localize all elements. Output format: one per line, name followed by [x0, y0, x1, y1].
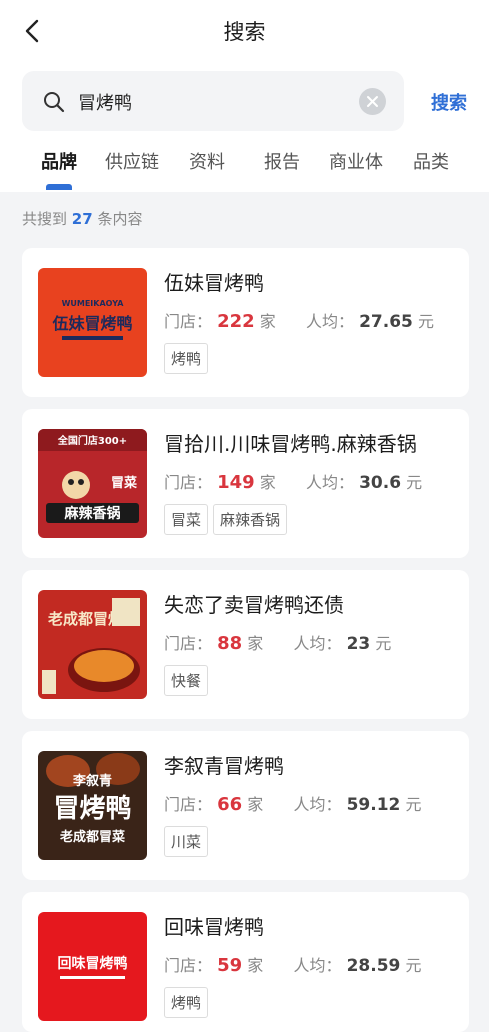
store-count: 222: [217, 311, 255, 332]
tag-list: 烤鸭: [164, 343, 213, 374]
tab-reports[interactable]: 报告: [264, 148, 300, 174]
logo-sub: 全国门店300+: [57, 434, 127, 447]
stores-unit: 家: [259, 473, 276, 492]
avg-label: 人均：: [293, 956, 342, 975]
brand-name[interactable]: 回味冒烤鸭: [164, 911, 264, 940]
store-count: 149: [217, 472, 255, 493]
tag-list: 烤鸭: [164, 987, 213, 1018]
tag-list: 冒菜 麻辣香锅: [164, 504, 292, 535]
store-count: 88: [217, 633, 243, 654]
avg-unit: 元: [406, 473, 423, 492]
brand-stats: 门店： 59 家 人均： 28.59 元: [164, 952, 421, 976]
tag[interactable]: 快餐: [164, 665, 209, 696]
close-icon: [367, 96, 378, 107]
nav-bar: 搜索: [0, 0, 489, 64]
list-item[interactable]: WUMEIKAOYA 伍妹冒烤鸭 伍妹冒烤鸭 门店： 222 家 人均： 27.…: [22, 248, 469, 397]
brand-logo: 老成都冒烤鸭: [38, 590, 147, 699]
search-input[interactable]: 冒烤鸭: [22, 71, 404, 131]
brand-stats: 门店： 66 家 人均： 59.12 元: [164, 791, 421, 815]
avg-label: 人均：: [293, 634, 342, 653]
avg-price: 28.59: [346, 956, 401, 976]
brand-logo: 李叙青 冒烤鸭 老成都冒菜: [38, 751, 147, 860]
tab-brand[interactable]: 品牌: [41, 148, 77, 174]
logo-sub2: 冒菜: [111, 475, 137, 491]
avg-unit: 元: [405, 795, 422, 814]
stores-label: 门店：: [164, 634, 213, 653]
avg-label: 人均：: [305, 312, 354, 331]
avg-label: 人均：: [305, 473, 354, 492]
store-count: 66: [217, 794, 243, 815]
brand-name[interactable]: 伍妹冒烤鸭: [164, 267, 264, 296]
category-tabs: 品牌 供应链 资料 报告 商业体 品类: [0, 148, 489, 192]
stores-label: 门店：: [164, 956, 213, 975]
list-item[interactable]: 李叙青 冒烤鸭 老成都冒菜 李叙青冒烤鸭 门店： 66 家 人均： 59.12 …: [22, 731, 469, 880]
avg-unit: 元: [405, 956, 422, 975]
logo-sub2: 老成都冒菜: [59, 829, 125, 845]
logo-text: 冒烤鸭: [53, 794, 131, 824]
tag[interactable]: 麻辣香锅: [213, 504, 288, 535]
avg-price: 59.12: [346, 795, 401, 815]
active-tab-indicator: [46, 184, 72, 190]
brand-stats: 门店： 88 家 人均： 23 元: [164, 630, 391, 654]
list-item[interactable]: 全国门店300+ 冒菜 麻辣香锅 冒拾川.川味冒烤鸭.麻辣香锅 门店： 149 …: [22, 409, 469, 558]
tab-category[interactable]: 品类: [413, 148, 449, 174]
brand-name[interactable]: 李叙青冒烤鸭: [164, 750, 284, 779]
header-area: 搜索 冒烤鸭 搜索 品牌 供应链 资料 报告 商业体 品类: [0, 0, 489, 192]
count-suffix: 条内容: [97, 210, 143, 228]
logo-text: 回味冒烤鸭: [58, 955, 128, 972]
brand-logo: 全国门店300+ 冒菜 麻辣香锅: [38, 429, 147, 538]
tag-list: 川菜: [164, 826, 213, 857]
store-count: 59: [217, 955, 243, 976]
tag[interactable]: 烤鸭: [164, 987, 209, 1018]
tag[interactable]: 川菜: [164, 826, 209, 857]
stores-unit: 家: [247, 956, 264, 975]
search-button[interactable]: 搜索: [431, 89, 467, 115]
stores-unit: 家: [247, 795, 264, 814]
logo-sub: 李叙青: [72, 773, 112, 789]
list-item[interactable]: 老成都冒烤鸭 失恋了卖冒烤鸭还债 门店： 88 家 人均： 23 元 快餐: [22, 570, 469, 719]
brand-logo: WUMEIKAOYA 伍妹冒烤鸭: [38, 268, 147, 377]
avg-price: 23: [346, 634, 371, 654]
clear-button[interactable]: [359, 88, 386, 115]
avg-unit: 元: [375, 634, 392, 653]
search-value[interactable]: 冒烤鸭: [78, 89, 132, 115]
avg-label: 人均：: [293, 795, 342, 814]
search-row: 冒烤鸭 搜索: [22, 71, 475, 131]
tab-supply-chain[interactable]: 供应链: [105, 148, 159, 174]
page-title: 搜索: [223, 20, 266, 44]
logo-sub: WUMEIKAOYA: [62, 299, 125, 308]
list-item[interactable]: 回味冒烤鸭 回味冒烤鸭 门店： 59 家 人均： 28.59 元 烤鸭: [22, 892, 469, 1032]
search-icon: [44, 92, 65, 113]
logo-text: 伍妹冒烤鸭: [51, 314, 132, 333]
brand-name[interactable]: 失恋了卖冒烤鸭还债: [164, 589, 344, 618]
tab-commercial[interactable]: 商业体: [329, 148, 383, 174]
tag[interactable]: 冒菜: [164, 504, 209, 535]
avg-unit: 元: [417, 312, 434, 331]
stores-unit: 家: [247, 634, 264, 653]
tag-list: 快餐: [164, 665, 213, 696]
avg-price: 27.65: [359, 312, 413, 332]
count-prefix: 共搜到: [22, 210, 68, 228]
stores-label: 门店：: [164, 473, 213, 492]
brand-name[interactable]: 冒拾川.川味冒烤鸭.麻辣香锅: [164, 428, 417, 457]
stores-unit: 家: [259, 312, 276, 331]
stores-label: 门店：: [164, 795, 213, 814]
tag[interactable]: 烤鸭: [164, 343, 209, 374]
brand-stats: 门店： 222 家 人均： 27.65 元: [164, 308, 434, 332]
brand-logo: 回味冒烤鸭: [38, 912, 147, 1021]
stores-label: 门店：: [164, 312, 213, 331]
count-number: 27: [71, 210, 93, 228]
brand-stats: 门店： 149 家 人均： 30.6 元: [164, 469, 422, 493]
result-count: 共搜到 27 条内容: [22, 208, 142, 229]
avg-price: 30.6: [359, 473, 402, 493]
logo-text: 麻辣香锅: [64, 505, 121, 522]
tab-materials[interactable]: 资料: [189, 148, 225, 174]
